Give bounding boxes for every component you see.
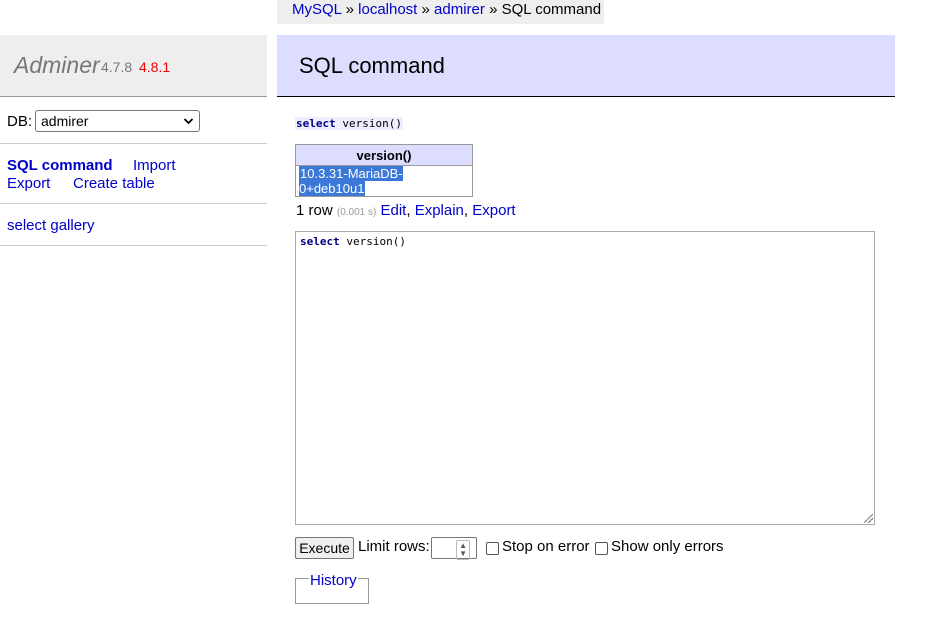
import-link[interactable]: Import	[133, 157, 176, 174]
query-function: version()	[342, 117, 402, 130]
breadcrumb-current: SQL command	[501, 1, 602, 18]
breadcrumb-separator: »	[489, 1, 498, 18]
result-cell[interactable]: 10.3.31-MariaDB-0+deb10u1	[296, 166, 473, 197]
sidebar-divider	[0, 143, 267, 144]
sql-editor[interactable]: select version()	[295, 231, 875, 525]
create-table-link[interactable]: Create table	[73, 175, 155, 192]
editor-keyword: select	[300, 235, 340, 248]
breadcrumb: MySQL » localhost » admirer » SQL comman…	[277, 0, 604, 24]
result-value: 10.3.31-MariaDB-0+deb10u1	[299, 166, 403, 196]
editor-function: version()	[346, 235, 406, 248]
app-header: Adminer 4.7.8 4.8.1	[0, 35, 267, 97]
breadcrumb-separator: »	[345, 1, 354, 18]
sidebar-divider	[0, 203, 267, 204]
app-name-link[interactable]: Adminer	[14, 52, 100, 79]
query-time: (0.001 s)	[336, 207, 377, 218]
db-label: DB:	[7, 113, 33, 130]
export-result-link[interactable]: Export	[472, 202, 515, 219]
db-select-value: admirer	[41, 113, 89, 129]
edit-link[interactable]: Edit	[381, 202, 407, 219]
query-keyword: select	[296, 117, 336, 130]
breadcrumb-separator: »	[421, 1, 430, 18]
db-select[interactable]: admirer	[35, 110, 200, 132]
new-version-link[interactable]: 4.8.1	[139, 59, 170, 75]
page-title: SQL command	[299, 53, 445, 78]
row-count: 1 row	[296, 202, 333, 219]
chevron-down-icon	[183, 111, 194, 137]
limit-rows-input[interactable]: ▲ ▼	[431, 537, 477, 560]
stop-on-error-checkbox[interactable]	[486, 542, 499, 555]
sql-command-link[interactable]: SQL command	[7, 157, 113, 174]
export-link[interactable]: Export	[7, 175, 50, 192]
current-version: 4.7.8	[101, 59, 133, 75]
show-only-errors-label[interactable]: Show only errors	[611, 538, 724, 555]
executed-query: select version()	[295, 117, 403, 130]
sidebar-divider	[0, 245, 267, 246]
table-gallery-link[interactable]: select gallery	[7, 217, 95, 234]
stop-on-error-label[interactable]: Stop on error	[502, 538, 590, 555]
execute-button[interactable]: Execute	[295, 537, 354, 559]
breadcrumb-mysql-link[interactable]: MySQL	[292, 1, 341, 18]
spinner-icon[interactable]: ▲ ▼	[456, 540, 470, 560]
resize-grip-icon[interactable]	[863, 513, 873, 523]
result-column-header: version()	[295, 144, 473, 166]
table-row: 10.3.31-MariaDB-0+deb10u1	[296, 166, 473, 197]
history-link[interactable]: History	[309, 572, 358, 589]
breadcrumb-localhost-link[interactable]: localhost	[358, 1, 417, 18]
show-only-errors-checkbox[interactable]	[595, 542, 608, 555]
result-table: version() 10.3.31-MariaDB-0+deb10u1	[295, 144, 473, 197]
page-heading-bar: SQL command	[277, 35, 895, 97]
result-info: 1 row (0.001 s) Edit, Explain, Export	[296, 202, 516, 219]
limit-rows-label: Limit rows:	[358, 538, 430, 555]
explain-link[interactable]: Explain	[415, 202, 464, 219]
breadcrumb-db-link[interactable]: admirer	[434, 1, 485, 18]
